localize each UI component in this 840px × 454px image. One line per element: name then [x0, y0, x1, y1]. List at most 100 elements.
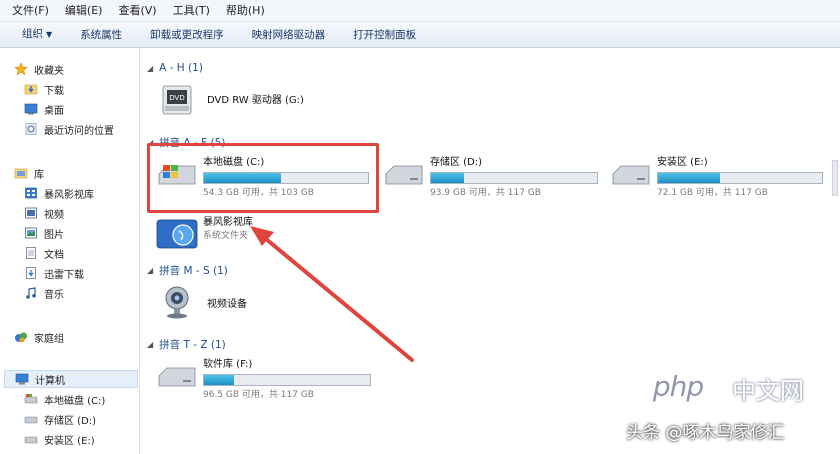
nav-libraries[interactable]: 库 [14, 164, 139, 182]
menu-file[interactable]: 文件(F) [4, 0, 57, 22]
nav-recent-places-label: 最近访问的位置 [44, 125, 114, 137]
menu-edit[interactable]: 编辑(E) [57, 0, 111, 22]
document-icon [24, 246, 38, 260]
nav-drive-c[interactable]: 本地磁盘 (C:) [24, 390, 139, 408]
storm-library[interactable]: 暴风影视库 系统文件夹 [155, 216, 253, 252]
nav-desktop[interactable]: 桌面 [24, 100, 139, 118]
nav-videos-label: 视频 [44, 209, 64, 221]
drive-usage-bar [203, 374, 371, 386]
php-cn-watermark: 中文网 [732, 377, 804, 405]
media-library-icon [24, 186, 38, 200]
menu-help[interactable]: 帮助(H) [218, 0, 273, 22]
nav-videos[interactable]: 视频 [24, 204, 139, 222]
drive-d[interactable]: 存储区 (D:) 93.9 GB 可用，共 117 GB [382, 156, 598, 199]
menu-bar: 文件(F) 编辑(E) 查看(V) 工具(T) 帮助(H) [0, 0, 840, 22]
drive-icon [24, 412, 38, 426]
group-header-t-z[interactable]: ◢ 拼音 T - Z (1) [147, 336, 226, 352]
drive-name: 存储区 (D:) [430, 157, 483, 168]
computer-icon [15, 372, 29, 386]
nav-downloads-label: 下载 [44, 85, 64, 97]
menu-tools[interactable]: 工具(T) [165, 0, 218, 22]
chevron-down-icon: ▼ [46, 30, 53, 39]
drive-usage-fill [204, 375, 234, 385]
drive-e[interactable]: 安装区 (E:) 72.1 GB 可用，共 117 GB [609, 156, 823, 199]
nav-computer-label: 计算机 [35, 375, 65, 387]
nav-drive-e[interactable]: 安装区 (E:) [24, 430, 139, 448]
nav-computer[interactable]: 计算机 [4, 370, 138, 388]
dvd-drive-icon: DVD [159, 82, 203, 118]
collapse-triangle-icon: ◢ [147, 339, 154, 349]
download-folder-icon [24, 82, 38, 96]
navigation-pane: 收藏夹 下载 桌面 最近访问的位置 库 暴风影视库 视频 图片 文档 迅雷下载 … [0, 48, 140, 454]
drive-usage-bar [657, 172, 823, 184]
nav-documents-label: 文档 [44, 249, 64, 261]
nav-recent-places[interactable]: 最近访问的位置 [24, 120, 139, 138]
download-icon [24, 266, 38, 280]
nav-thunder-downloads[interactable]: 迅雷下载 [24, 264, 139, 282]
webcam-icon [159, 284, 203, 320]
drive-dvd[interactable]: DVD DVD RW 驱动器 (G:) [159, 82, 304, 118]
drive-usage-bar [430, 172, 598, 184]
music-icon [24, 286, 38, 300]
command-bar: 组织 ▼ 系统属性 卸载或更改程序 映射网络驱动器 打开控制面板 [0, 22, 840, 48]
group-title: 拼音 T - Z (1) [159, 338, 226, 351]
nav-documents[interactable]: 文档 [24, 244, 139, 262]
nav-desktop-label: 桌面 [44, 105, 64, 117]
system-properties-button[interactable]: 系统属性 [66, 22, 136, 48]
collapse-triangle-icon: ◢ [147, 63, 154, 73]
drive-icon [382, 156, 426, 192]
uninstall-program-button[interactable]: 卸载或更改程序 [136, 22, 238, 48]
open-control-panel-button[interactable]: 打开控制面板 [339, 22, 430, 48]
menu-view[interactable]: 查看(V) [110, 0, 164, 22]
drive-usage-fill [658, 173, 721, 183]
nav-homegroup-label: 家庭组 [34, 333, 64, 345]
group-header-a-h[interactable]: ◢ A - H (1) [147, 60, 203, 76]
drive-windows-icon [24, 392, 38, 406]
drive-usage-fill [431, 173, 465, 183]
nav-favorites-label: 收藏夹 [34, 65, 64, 77]
drive-icon [155, 358, 199, 394]
group-header-m-s[interactable]: ◢ 拼音 M - S (1) [147, 262, 228, 278]
nav-drive-d-label: 存储区 (D:) [44, 415, 97, 427]
scrollbar-thumb[interactable] [832, 160, 838, 196]
nav-storm-library[interactable]: 暴风影视库 [24, 184, 139, 202]
nav-music[interactable]: 音乐 [24, 284, 139, 302]
php-logo-text: php [652, 369, 704, 403]
nav-drive-c-label: 本地磁盘 (C:) [44, 395, 106, 407]
nav-libraries-label: 库 [34, 169, 44, 181]
desktop-icon [24, 102, 38, 116]
picture-icon [24, 226, 38, 240]
nav-pictures-label: 图片 [44, 229, 64, 241]
storm-folder-icon [155, 216, 199, 252]
nav-drive-e-label: 安装区 (E:) [44, 435, 95, 447]
video-device[interactable]: 视频设备 [159, 284, 247, 320]
drive-name: 安装区 (E:) [657, 157, 708, 168]
group-title: A - H (1) [159, 62, 203, 74]
collapse-triangle-icon: ◢ [147, 265, 154, 275]
homegroup-icon [14, 330, 28, 344]
arrow-annotation [250, 226, 414, 362]
drive-size: 93.9 GB 可用，共 117 GB [430, 188, 541, 198]
library-icon [14, 166, 28, 180]
recent-places-icon [24, 122, 38, 136]
nav-thunder-downloads-label: 迅雷下载 [44, 269, 84, 281]
map-network-drive-button[interactable]: 映射网络驱动器 [238, 22, 340, 48]
drive-size: 72.1 GB 可用，共 117 GB [657, 188, 768, 198]
nav-music-label: 音乐 [44, 289, 64, 301]
svg-text:DVD: DVD [169, 94, 184, 102]
star-icon [14, 62, 28, 76]
drive-name: DVD RW 驱动器 (G:) [207, 95, 304, 106]
nav-storm-library-label: 暴风影视库 [44, 189, 94, 201]
drive-size: 96.5 GB 可用，共 117 GB [203, 390, 314, 400]
nav-pictures[interactable]: 图片 [24, 224, 139, 242]
nav-downloads[interactable]: 下载 [24, 80, 139, 98]
php-logo: php [636, 364, 720, 408]
nav-drive-d[interactable]: 存储区 (D:) [24, 410, 139, 428]
organize-button[interactable]: 组织 ▼ [8, 21, 66, 48]
organize-label: 组织 [22, 28, 43, 40]
nav-homegroup[interactable]: 家庭组 [14, 328, 139, 346]
author-watermark: 头条 @啄木鸟家修汇 [626, 423, 785, 443]
nav-favorites[interactable]: 收藏夹 [14, 60, 139, 78]
group-title: 拼音 M - S (1) [159, 264, 228, 277]
highlight-box [147, 143, 379, 213]
